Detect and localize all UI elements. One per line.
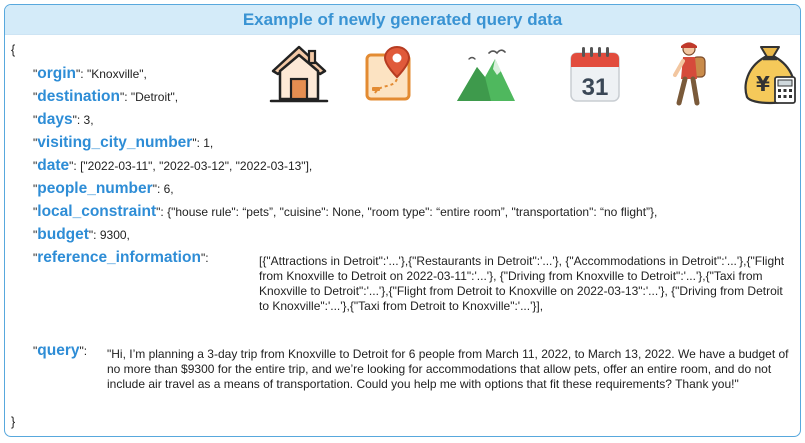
- house-icon: [269, 45, 329, 103]
- field-destination: "destination": "Detroit",: [33, 88, 179, 105]
- field-key: query: [37, 342, 80, 359]
- field-value: 1,: [203, 136, 214, 150]
- field-value: "Hi, I’m planning a 3-day trip from Knox…: [107, 347, 789, 391]
- field-reference-information-key: "reference_information":: [33, 249, 209, 266]
- field-key: budget: [37, 226, 89, 243]
- close-brace: }: [11, 415, 16, 429]
- field-days: "days": 3,: [33, 111, 94, 128]
- query-data-panel: Example of newly generated query data { …: [4, 4, 801, 437]
- open-brace: {: [11, 43, 16, 57]
- field-key: destination: [37, 88, 120, 105]
- field-key: visiting_city_number: [37, 134, 193, 151]
- field-orgin: "orgin": "Knoxville",: [33, 65, 147, 82]
- traveler-icon: [673, 42, 706, 106]
- field-local-constraint: "local_constraint": {"house rule": “pets…: [33, 203, 658, 220]
- field-value: "Detroit",: [130, 90, 179, 104]
- money-symbol: ¥: [756, 72, 770, 96]
- field-people-number: "people_number": 6,: [33, 180, 174, 197]
- field-query-key: "query":: [33, 342, 88, 359]
- field-date: "date": ["2022-03-11", "2022-03-12", "20…: [33, 157, 313, 174]
- field-value: 6,: [163, 182, 174, 196]
- field-key: orgin: [37, 65, 77, 82]
- field-budget: "budget": 9300,: [33, 226, 130, 243]
- field-value: {"house rule": “pets”, "cuisine": None, …: [167, 205, 658, 219]
- field-visiting-city-number: "visiting_city_number": 1,: [33, 134, 214, 151]
- panel-title: Example of newly generated query data: [5, 5, 800, 35]
- travel-icons: 31 ¥: [269, 41, 799, 113]
- map-pin-icon: [365, 45, 411, 101]
- field-value: "Knoxville",: [86, 67, 147, 81]
- field-key: reference_information: [37, 249, 201, 266]
- field-key: people_number: [37, 180, 153, 197]
- field-key: days: [37, 111, 73, 128]
- field-key: local_constraint: [37, 203, 157, 220]
- money-bag-icon: ¥: [744, 46, 796, 105]
- field-key: date: [37, 157, 70, 174]
- field-value: 9300,: [99, 228, 130, 242]
- field-value: [{"Attractions in Detroit":'...'},{"Rest…: [259, 254, 785, 313]
- calendar-icon: 31: [570, 47, 620, 102]
- field-value: ["2022-03-11", "2022-03-12", "2022-03-13…: [80, 159, 313, 173]
- mountain-icon: [457, 49, 515, 101]
- calendar-day: 31: [582, 74, 609, 101]
- field-value: 3,: [83, 113, 94, 127]
